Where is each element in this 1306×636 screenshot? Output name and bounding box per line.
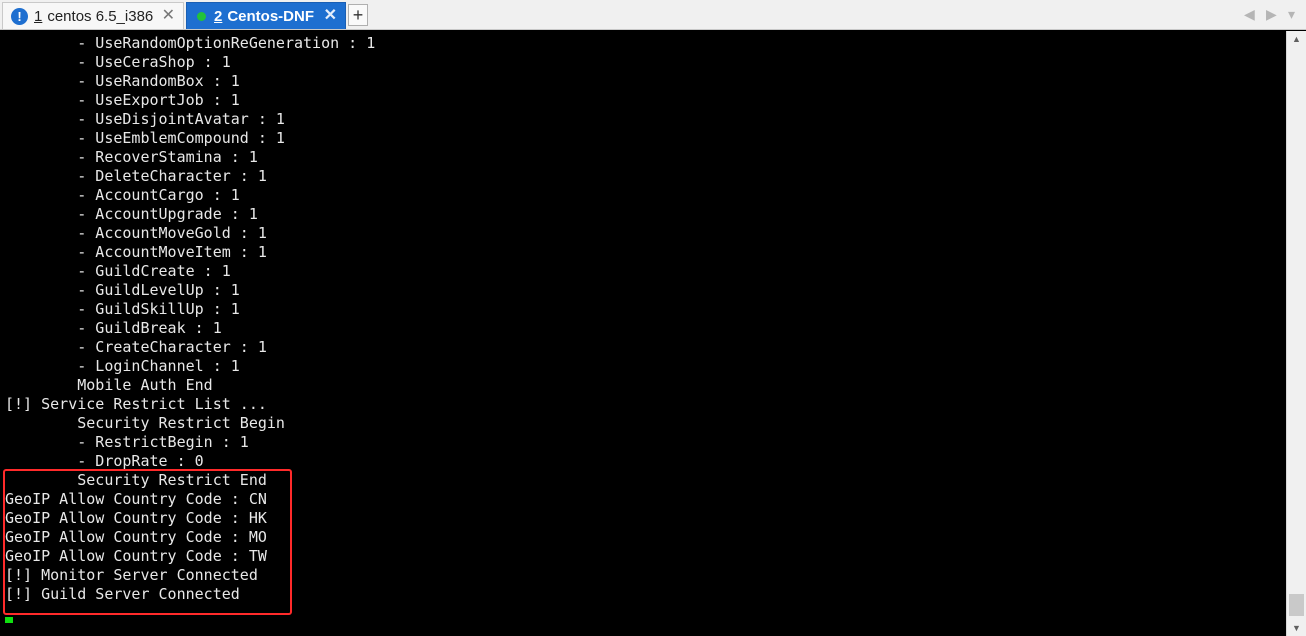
new-tab-button[interactable]: + (348, 4, 368, 26)
terminal-cursor (5, 617, 13, 623)
terminal-line: - UseCeraShop : 1 (5, 53, 231, 71)
scroll-up-icon[interactable]: ▲ (1287, 31, 1306, 47)
tab-number: 2 (214, 7, 223, 25)
terminal-line: - GuildLevelUp : 1 (5, 281, 240, 299)
terminal-line: - GuildSkillUp : 1 (5, 300, 240, 318)
tab-label: centos 6.5_i386 (47, 7, 154, 25)
tab-label: Centos-DNF (227, 7, 315, 25)
close-icon[interactable]: ✕ (162, 8, 175, 24)
terminal-line: - GuildBreak : 1 (5, 319, 222, 337)
connected-status-icon (197, 11, 206, 21)
scroll-down-icon[interactable]: ▼ (1287, 620, 1306, 636)
tab-centos-dnf[interactable]: 2 Centos-DNF ✕ (186, 2, 346, 29)
tab-number: 1 (34, 7, 43, 25)
terminal-line: - UseEmblemCompound : 1 (5, 129, 285, 147)
terminal-line: - DeleteCharacter : 1 (5, 167, 267, 185)
terminal-line: - AccountCargo : 1 (5, 186, 240, 204)
close-icon[interactable]: ✕ (324, 8, 337, 24)
chevron-left-icon[interactable]: ◀ (1244, 6, 1255, 23)
terminal-line: Mobile Auth End (5, 376, 213, 394)
vertical-scrollbar[interactable]: ▲ ▼ (1286, 31, 1306, 636)
terminal-line: - RestrictBegin : 1 (5, 433, 249, 451)
scroll-thumb[interactable] (1289, 594, 1304, 616)
terminal-line: - UseDisjointAvatar : 1 (5, 110, 285, 128)
terminal-line: - UseRandomOptionReGeneration : 1 (5, 34, 376, 52)
terminal-line: - CreateCharacter : 1 (5, 338, 267, 356)
terminal-line: Security Restrict Begin (5, 414, 285, 432)
tab-bar: ! 1 centos 6.5_i386 ✕ 2 Centos-DNF ✕ + ◀… (0, 0, 1306, 30)
terminal-line: - UseRandomBox : 1 (5, 72, 240, 90)
terminal-line: - UseExportJob : 1 (5, 91, 240, 109)
terminal-line: - AccountMoveItem : 1 (5, 243, 267, 261)
terminal-line: - AccountMoveGold : 1 (5, 224, 267, 242)
terminal-line: - RecoverStamina : 1 (5, 148, 258, 166)
terminal-line: - AccountUpgrade : 1 (5, 205, 258, 223)
chevron-right-icon[interactable]: ▶ (1266, 6, 1277, 23)
tab-centos-6-5-i386[interactable]: ! 1 centos 6.5_i386 ✕ (2, 2, 184, 29)
terminal-line: - LoginChannel : 1 (5, 357, 240, 375)
highlight-annotation-box (3, 469, 292, 615)
terminal-line: - GuildCreate : 1 (5, 262, 231, 280)
terminal-line: [!] Service Restrict List ... (5, 395, 267, 413)
chevron-down-icon[interactable]: ▾ (1288, 6, 1295, 23)
warning-icon: ! (11, 7, 28, 25)
